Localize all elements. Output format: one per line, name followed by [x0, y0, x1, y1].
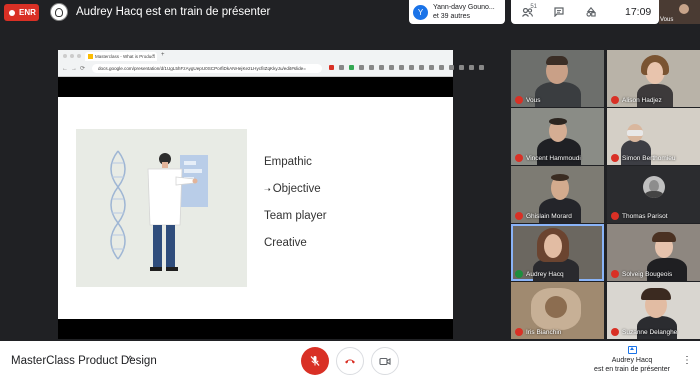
participant-name: Ghislain Morard [526, 213, 572, 220]
tab-close-icon: × [152, 53, 155, 59]
meeting-name[interactable]: MasterClass Product Design [11, 355, 157, 367]
arrow-right-icon: ➝ [264, 185, 271, 194]
slide-item-text: Team player [264, 210, 327, 222]
new-tab-icon: + [161, 52, 165, 58]
chevron-up-icon[interactable]: ^ [128, 355, 133, 366]
hang-up-icon [345, 359, 355, 364]
participants-summary[interactable]: Y Yann-davy Gouno... et 39 autres [409, 0, 505, 24]
slide-item: Creative [264, 237, 327, 264]
activities-button[interactable] [575, 0, 607, 24]
self-view-label: Vous [660, 17, 674, 23]
chat-button[interactable] [543, 0, 575, 24]
presenter-title: Audrey Hacq est en train de présenter [76, 6, 271, 18]
mic-off-icon [515, 328, 523, 336]
scientist-illustration [110, 150, 208, 271]
self-view-thumbnail[interactable]: Vous [659, 0, 700, 24]
more-options-icon[interactable]: ⋮ [682, 355, 692, 366]
participant-name: Vincent Hammoudi [526, 155, 581, 162]
participant-name: Thomas Parisot [622, 213, 668, 220]
mic-off-icon [515, 212, 523, 220]
participants-line1: Yann-davy Gouno... [433, 4, 495, 11]
window-controls [63, 54, 81, 58]
mic-off-icon [310, 356, 320, 366]
bottom-bar: MasterClass Product Design ^ Audrey Hacq… [0, 341, 700, 383]
clock-time: 17:09 [625, 6, 652, 18]
leave-call-button[interactable] [336, 347, 364, 375]
participant-name: Audrey Hacq [526, 271, 564, 278]
participant-tile[interactable]: Simon Berthomieu [607, 108, 700, 165]
slide-item-text: Objective [272, 183, 321, 195]
browser-tab-label: Masterclass - What is Product [95, 54, 155, 59]
participant-tile[interactable]: Solveig Bougeois [607, 224, 700, 281]
participant-tile[interactable]: Suzanne Delanghe [607, 282, 700, 339]
participant-grid: Vous Alison Hadjez Vincent Hammoudi Simo… [511, 50, 700, 339]
slide-bullet-list: Empathic ➝ Objective Team player Creative [264, 156, 327, 264]
slide-item: Team player [264, 210, 327, 237]
participants-summary-text: Yann-davy Gouno... et 39 autres [433, 3, 495, 21]
participant-avatar: Y [413, 4, 428, 20]
slide-item-selected: ➝ Objective [264, 183, 327, 210]
slide-item-text: Creative [264, 237, 307, 249]
mic-off-icon [611, 154, 619, 162]
shared-screen: Masterclass - What is Product × + ←→⟳ do… [58, 50, 484, 339]
participant-name: Iris Bianchin [526, 329, 562, 336]
people-button[interactable]: 51 [511, 0, 543, 24]
mic-off-icon [611, 270, 619, 278]
participant-tile[interactable]: Ghislain Morard [511, 166, 604, 223]
browser-nav-icons: ←→⟳ [62, 66, 89, 72]
mic-off-icon [611, 96, 619, 104]
participant-name: Solveig Bougeois [622, 271, 673, 278]
participant-name: Simon Berthomieu [622, 155, 676, 162]
recording-label: ENR [19, 8, 36, 17]
browser-tab: Masterclass - What is Product × [85, 52, 157, 61]
meet-window: ENR Audrey Hacq est en train de présente… [0, 0, 700, 383]
top-controls: 51 17:09 [511, 0, 659, 24]
participant-tile[interactable]: Vous [511, 50, 604, 107]
mic-off-icon [515, 96, 523, 104]
browser-url: docs.google.com/presentation/d/1UgL5hFzA… [92, 64, 322, 73]
presenter-avatar [50, 3, 68, 21]
participant-name: Vous [526, 97, 541, 104]
participant-name: Alison Hadjez [622, 97, 662, 104]
slide-illustration [76, 129, 247, 287]
participant-tile[interactable]: Alison Hadjez [607, 50, 700, 107]
slide-item-text: Empathic [264, 156, 312, 168]
chat-icon [554, 7, 564, 17]
mic-toggle-button[interactable] [301, 347, 329, 375]
participant-tile[interactable]: Iris Bianchin [511, 282, 604, 339]
mic-off-icon [611, 328, 619, 336]
participant-tile-speaking[interactable]: Audrey Hacq [511, 224, 604, 281]
mic-off-icon [611, 212, 619, 220]
browser-extension-icons [329, 65, 484, 70]
top-bar: ENR Audrey Hacq est en train de présente… [0, 0, 700, 26]
present-screen-icon [627, 346, 637, 354]
camera-icon [379, 357, 391, 365]
presentation-slide: Empathic ➝ Objective Team player Creative [58, 97, 453, 319]
record-dot-icon [9, 9, 15, 16]
presenting-status: est en train de présenter [594, 366, 670, 373]
presenting-indicator[interactable]: Audrey Hacq est en train de présenter [590, 346, 674, 374]
participants-line2: et 39 autres [433, 13, 470, 20]
browser-chrome: Masterclass - What is Product × + ←→⟳ do… [58, 50, 484, 77]
slide-item: Empathic [264, 156, 327, 183]
recording-badge: ENR [4, 4, 39, 21]
people-count: 51 [530, 4, 537, 10]
slides-favicon-icon [88, 54, 93, 59]
shapes-icon [586, 7, 596, 17]
participant-tile[interactable]: Thomas Parisot [607, 166, 700, 223]
mic-off-icon [515, 154, 523, 162]
mic-on-icon [515, 270, 523, 278]
participant-name: Suzanne Delanghe [622, 329, 678, 336]
participant-avatar [643, 176, 665, 198]
camera-toggle-button[interactable] [371, 347, 399, 375]
presenting-name: Audrey Hacq [611, 357, 653, 364]
participant-tile[interactable]: Vincent Hammoudi [511, 108, 604, 165]
